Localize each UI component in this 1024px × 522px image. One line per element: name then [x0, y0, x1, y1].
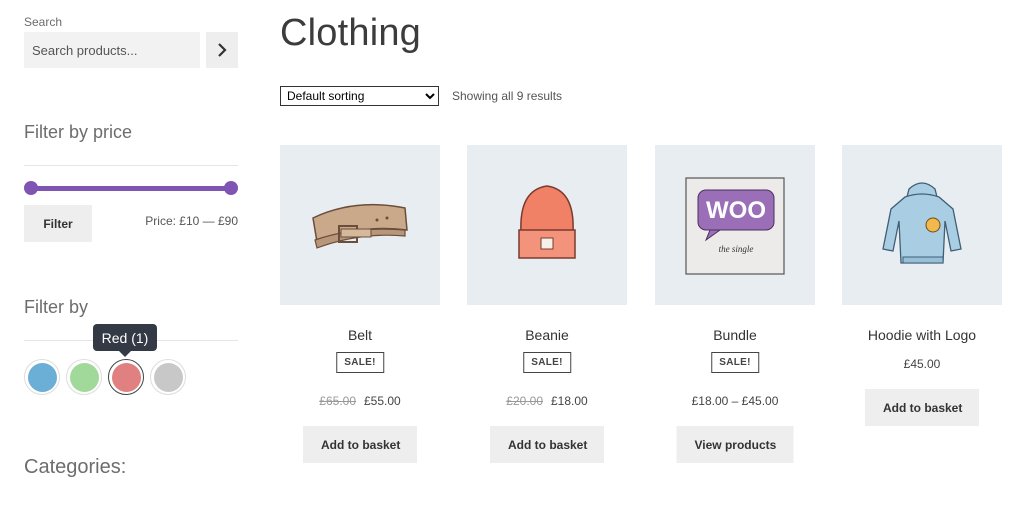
product-image[interactable]: [842, 145, 1002, 305]
product-price: £65.00 £55.00: [280, 394, 440, 408]
filter-price-title: Filter by price: [24, 122, 133, 142]
add-to-basket-button[interactable]: Add to basket: [303, 426, 417, 463]
sale-badge: SALE!: [711, 352, 759, 373]
product-price: £18.00 – £45.00: [691, 394, 779, 408]
old-price: £65.00: [319, 394, 356, 408]
woo-album-image-icon: WOO the single: [685, 177, 785, 275]
swatch-gray[interactable]: [150, 359, 186, 395]
product-name[interactable]: Belt: [280, 327, 440, 343]
price-slider-track[interactable]: [30, 186, 232, 191]
product-name[interactable]: Beanie: [467, 327, 627, 343]
svg-text:the single: the single: [719, 244, 754, 254]
view-products-button[interactable]: View products: [676, 426, 794, 463]
product-card: Hoodie with Logo £45.00 Add to basket: [842, 145, 1002, 426]
search-label: Search: [24, 15, 63, 29]
search-submit-button[interactable]: [206, 32, 238, 68]
swatch-color: [27, 362, 57, 392]
swatch-blue[interactable]: [24, 359, 60, 395]
belt-image-icon: [312, 203, 408, 249]
current-price: £55.00: [364, 394, 401, 408]
product-price: £20.00 £18.00: [467, 394, 627, 408]
sort-select[interactable]: Default sorting: [280, 86, 439, 106]
chevron-right-icon: [218, 43, 227, 57]
sale-badge: SALE!: [336, 352, 384, 373]
swatch-color: [69, 362, 99, 392]
product-image[interactable]: [280, 145, 440, 305]
color-swatches: [24, 359, 186, 395]
hoodie-image-icon: [882, 182, 962, 264]
search-input[interactable]: [24, 32, 200, 68]
old-price: £20.00: [506, 394, 543, 408]
filter-by-title: Filter by: [24, 297, 89, 317]
price-range-label: Price: £10 — £90: [145, 214, 238, 228]
product-card: Belt SALE! £65.00 £55.00 Add to basket: [280, 145, 440, 463]
product-image[interactable]: [467, 145, 627, 305]
results-count: Showing all 9 results: [452, 89, 563, 103]
filter-button[interactable]: Filter: [24, 205, 92, 242]
svg-text:WOO: WOO: [706, 197, 766, 224]
product-image[interactable]: WOO the single: [655, 145, 815, 305]
sale-badge: SALE!: [523, 352, 571, 373]
swatch-color: [153, 362, 183, 392]
product-card: WOO the single Bundle SALE! £18.00 – £45…: [655, 145, 815, 463]
price-slider-max-handle[interactable]: [224, 181, 238, 195]
page-title: Clothing: [280, 12, 422, 54]
product-price: £45.00: [903, 357, 941, 371]
categories-title: Categories:: [24, 456, 127, 478]
product-name[interactable]: Bundle: [655, 327, 815, 343]
price-slider-min-handle[interactable]: [24, 181, 38, 195]
add-to-basket-button[interactable]: Add to basket: [490, 426, 604, 463]
swatch-color: [111, 362, 141, 392]
swatch-red[interactable]: [108, 359, 144, 395]
product-card: Beanie SALE! £20.00 £18.00 Add to basket: [467, 145, 627, 463]
current-price: £18.00: [551, 394, 588, 408]
swatch-tooltip: Red (1): [93, 324, 157, 357]
beanie-image-icon: [518, 185, 576, 259]
add-to-basket-button[interactable]: Add to basket: [865, 389, 979, 426]
product-name[interactable]: Hoodie with Logo: [842, 327, 1002, 343]
swatch-green[interactable]: [66, 359, 102, 395]
divider: [24, 165, 238, 166]
